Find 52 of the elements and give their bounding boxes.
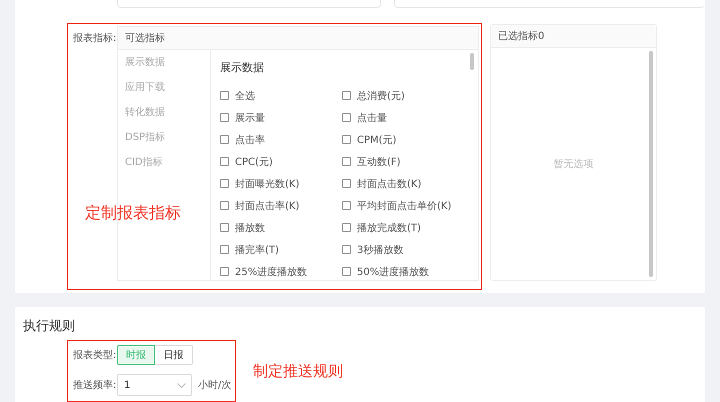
checkbox-icon[interactable] (220, 223, 229, 232)
checkbox-icon[interactable] (220, 245, 229, 254)
checkbox-icon[interactable] (342, 157, 351, 166)
checkbox-icon[interactable] (342, 135, 351, 144)
group-title: 展示数据 (220, 60, 264, 75)
checkbox-icon[interactable] (342, 91, 351, 100)
metric-checkbox[interactable]: 总消费(元) (342, 89, 472, 102)
section-title: 执行规则 (23, 318, 76, 335)
report-type-option[interactable]: 日报 (155, 345, 193, 365)
checkbox-icon[interactable] (220, 179, 229, 188)
scrollbar[interactable] (470, 53, 474, 70)
metric-checkbox[interactable]: 平均封面点击单价(K) (342, 199, 472, 212)
empty-text: 暂无选项 (554, 158, 594, 171)
checkbox-icon[interactable] (342, 201, 351, 210)
metric-checkbox[interactable]: 全选 (220, 89, 342, 102)
field-label: 报表类型: (73, 348, 117, 362)
checkbox-icon[interactable] (220, 113, 229, 122)
field-label: 报表指标: (72, 32, 117, 45)
metric-checkbox[interactable]: 3秒播放数 (342, 243, 472, 256)
metric-checkbox[interactable]: 展示量 (220, 111, 342, 124)
checkbox-icon[interactable] (220, 201, 229, 210)
checkbox-icon[interactable] (342, 267, 351, 276)
metric-checkbox[interactable]: 点击量 (342, 111, 472, 124)
metric-checkbox[interactable]: 25%进度播放数 (220, 265, 342, 278)
chevron-down-icon (177, 382, 186, 388)
unit-label: 小时/次 (198, 378, 232, 392)
metric-checkbox[interactable]: 播放数 (220, 221, 342, 234)
scrollbar[interactable] (649, 51, 653, 277)
annotation-text: 定制报表指标 (85, 203, 181, 224)
checkbox-icon[interactable] (220, 157, 229, 166)
checkbox-icon[interactable] (342, 223, 351, 232)
metric-checkbox[interactable]: 封面点击率(K) (220, 199, 342, 212)
panel-header: 可选指标 (118, 27, 478, 50)
checkbox-icon[interactable] (220, 91, 229, 100)
metric-checkbox[interactable]: CPM(元) (342, 133, 472, 146)
panel-header: 已选指标0 (491, 25, 656, 48)
metric-checkbox[interactable]: 封面点击数(K) (342, 177, 472, 190)
checkbox-icon[interactable] (342, 113, 351, 122)
annotation-text: 制定推送规则 (253, 362, 343, 380)
metric-checkbox[interactable]: 播完率(T) (220, 243, 342, 256)
metric-checkbox[interactable]: 互动数(F) (342, 155, 472, 168)
field-label: 推送频率: (73, 378, 117, 392)
checkbox-icon[interactable] (220, 135, 229, 144)
metric-checkbox[interactable]: 播放完成数(T) (342, 221, 472, 234)
metric-checkbox[interactable]: CPC(元) (220, 155, 342, 168)
metric-checkbox[interactable]: 封面曝光数(K) (220, 177, 342, 190)
checkbox-icon[interactable] (220, 267, 229, 276)
frequency-select[interactable]: 1 (117, 374, 192, 396)
metric-checkbox[interactable]: 点击率 (220, 133, 342, 146)
metric-checkbox[interactable]: 50%进度播放数 (342, 265, 472, 278)
checkbox-icon[interactable] (342, 245, 351, 254)
checkbox-icon[interactable] (342, 179, 351, 188)
